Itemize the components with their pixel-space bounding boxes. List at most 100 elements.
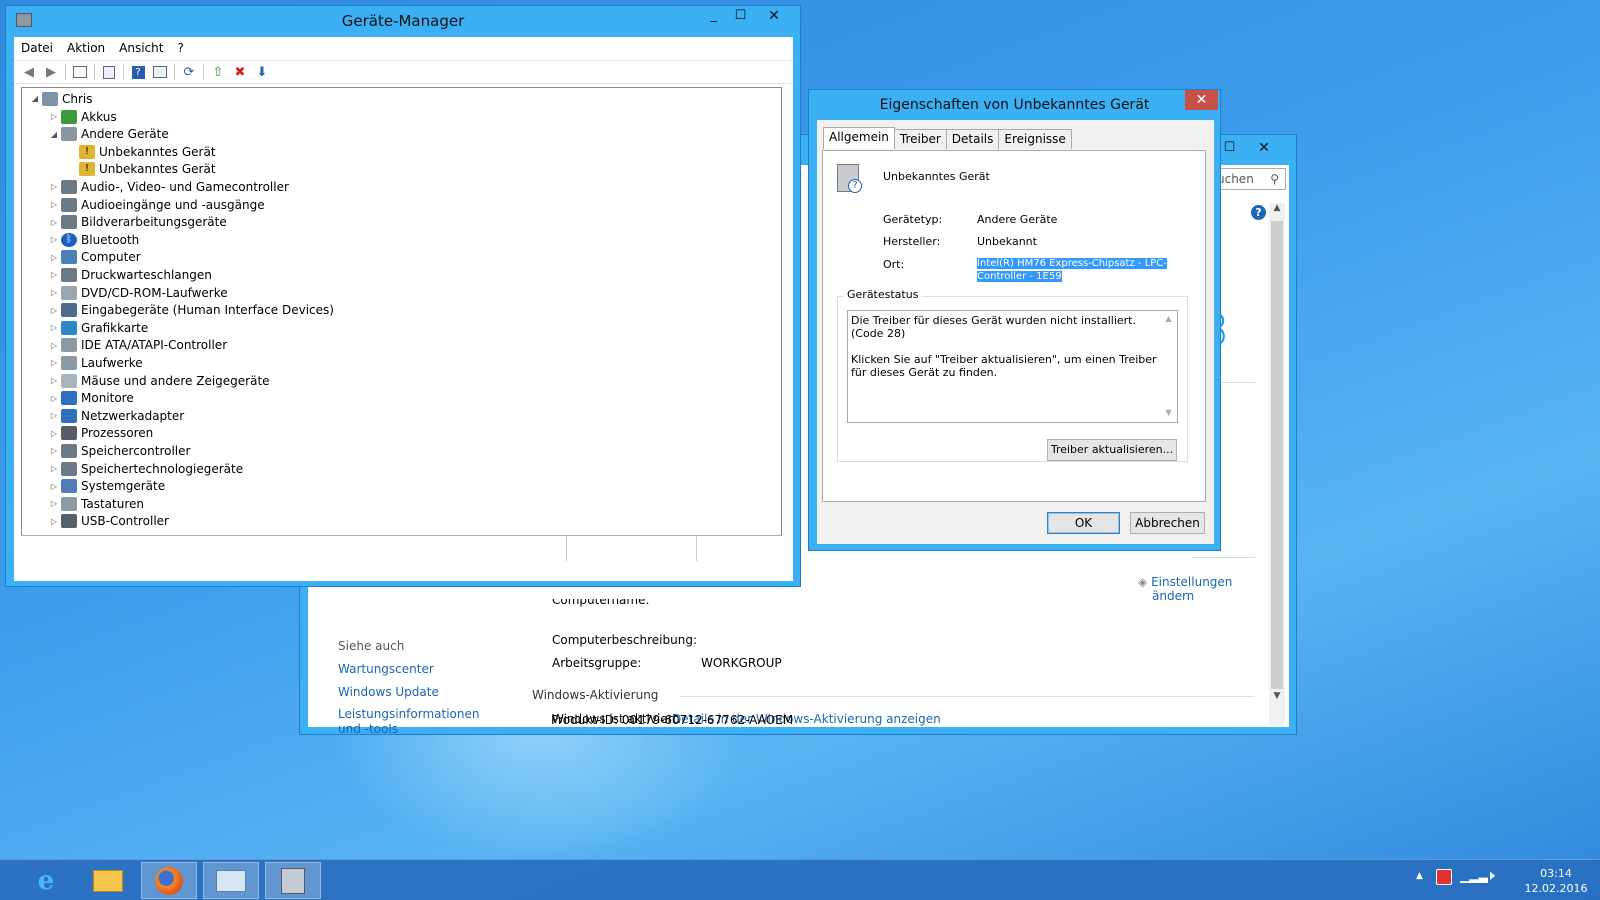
file-explorer-icon[interactable] xyxy=(80,862,136,899)
tree-device-item[interactable]: ! Unbekanntes Gerät xyxy=(65,161,216,178)
scroll-down-icon[interactable]: ▼ xyxy=(1269,691,1285,707)
maximize-button[interactable]: ☐ xyxy=(727,6,754,26)
field-value-ort[interactable]: Intel(R) HM76 Express-Chipsatz - LPC-Con… xyxy=(977,257,1177,283)
expand-arrow-icon[interactable]: ▷ xyxy=(47,200,61,209)
tree-category-item[interactable]: ◢ Andere Geräte xyxy=(47,126,169,143)
menu-aktion[interactable]: Aktion xyxy=(60,41,112,55)
back-icon[interactable]: ◀ xyxy=(18,62,40,82)
tree-category-item[interactable]: ▷ Systemgeräte xyxy=(47,478,165,495)
tree-category-item[interactable]: ▷ Eingabegeräte (Human Interface Devices) xyxy=(47,302,334,319)
tree-category-item[interactable]: ▷ Akkus xyxy=(47,108,117,125)
scroll-down-icon[interactable]: ▼ xyxy=(1161,406,1176,419)
link-wartungscenter[interactable]: Wartungscenter xyxy=(338,662,434,676)
expand-arrow-icon[interactable]: ▷ xyxy=(47,235,61,244)
help-icon[interactable]: ? xyxy=(127,62,149,82)
view-icon[interactable] xyxy=(149,62,171,82)
menu-help[interactable]: ? xyxy=(170,41,190,55)
system-control-icon[interactable] xyxy=(203,862,259,899)
device-manager-icon[interactable] xyxy=(265,862,321,899)
tree-device-item[interactable]: ! Unbekanntes Gerät xyxy=(65,143,216,160)
close-button[interactable]: ✕ xyxy=(751,6,797,26)
collapse-arrow-icon[interactable]: ◢ xyxy=(47,130,61,139)
tree-category-item[interactable]: ▷ Netzwerkadapter xyxy=(47,407,184,424)
tree-category-item[interactable]: ▷ Computer xyxy=(47,249,141,266)
expand-arrow-icon[interactable]: ▷ xyxy=(47,288,61,297)
tab-allgemein[interactable]: Allgemein xyxy=(823,127,895,149)
internet-explorer-icon[interactable]: e xyxy=(18,862,74,899)
close-button[interactable]: ✕ xyxy=(1240,138,1288,158)
expand-arrow-icon[interactable]: ▷ xyxy=(47,376,61,385)
cancel-button[interactable]: Abbrechen xyxy=(1130,512,1205,534)
tree-category-item[interactable]: ▷ Audio-, Video- und Gamecontroller xyxy=(47,178,289,195)
scroll-up-icon[interactable]: ▲ xyxy=(1161,312,1176,325)
forward-icon[interactable]: ▶ xyxy=(40,62,62,82)
close-button[interactable]: ✕ xyxy=(1185,90,1218,110)
menu-ansicht[interactable]: Ansicht xyxy=(112,41,170,55)
change-settings-link[interactable]: ◈ Einstellungen ändern xyxy=(1138,575,1232,603)
tree-root[interactable]: ◢ Chris xyxy=(28,90,93,107)
uninstall-icon[interactable]: ✖ xyxy=(229,62,251,82)
scroll-thumb[interactable] xyxy=(1271,221,1283,689)
update-driver-button[interactable]: Treiber aktualisieren... xyxy=(1047,439,1177,461)
expand-arrow-icon[interactable]: ▷ xyxy=(47,182,61,191)
expand-arrow-icon[interactable]: ▷ xyxy=(47,323,61,332)
help-icon[interactable]: ? xyxy=(1251,205,1266,220)
scroll-up-icon[interactable]: ▲ xyxy=(1269,203,1285,219)
expand-arrow-icon[interactable]: ▷ xyxy=(47,446,61,455)
tree-category-item[interactable]: ▷ Speichercontroller xyxy=(47,442,190,459)
update-driver-icon[interactable]: ⇧ xyxy=(207,62,229,82)
tree-category-item[interactable]: ▷ Laufwerke xyxy=(47,354,143,371)
expand-arrow-icon[interactable]: ▷ xyxy=(47,270,61,279)
tree-category-item[interactable]: ▷ Speichertechnologiegeräte xyxy=(47,460,243,477)
menu-datei[interactable]: Datei xyxy=(14,41,60,55)
expand-arrow-icon[interactable]: ▷ xyxy=(47,358,61,367)
minimize-button[interactable]: _ xyxy=(700,6,727,26)
firefox-icon[interactable] xyxy=(141,862,197,899)
expand-arrow-icon[interactable]: ▷ xyxy=(47,218,61,227)
tree-category-item[interactable]: ▷ ᛒ Bluetooth xyxy=(47,231,139,248)
volume-icon[interactable]: 🕨 xyxy=(1486,868,1495,884)
console-tree-icon[interactable] xyxy=(69,62,91,82)
scan-hardware-icon[interactable]: ⟳ xyxy=(178,62,200,82)
tree-category-item[interactable]: ▷ DVD/CD-ROM-Laufwerke xyxy=(47,284,228,301)
vertical-scrollbar[interactable]: ▲ ▼ xyxy=(1269,203,1285,726)
tab-ereignisse[interactable]: Ereignisse xyxy=(998,129,1072,149)
tree-category-item[interactable]: ▷ Prozessoren xyxy=(47,425,153,442)
clock[interactable]: 03:14 12.02.2016 xyxy=(1520,866,1592,896)
location-text-selected[interactable]: Intel(R) HM76 Express-Chipsatz - LPC-Con… xyxy=(977,258,1167,282)
status-scrollbar[interactable]: ▲ ▼ xyxy=(1161,312,1176,421)
titlebar[interactable]: Geräte-Manager _ ☐ ✕ xyxy=(6,6,800,36)
tree-category-item[interactable]: ▷ Druckwarteschlangen xyxy=(47,266,212,283)
power-icon[interactable] xyxy=(1436,869,1452,885)
ok-button[interactable]: OK xyxy=(1047,512,1120,534)
expand-arrow-icon[interactable]: ▷ xyxy=(47,482,61,491)
expand-arrow-icon[interactable]: ▷ xyxy=(47,394,61,403)
expand-arrow-icon[interactable]: ▷ xyxy=(47,253,61,262)
tree-category-item[interactable]: ▷ IDE ATA/ATAPI-Controller xyxy=(47,337,227,354)
expand-arrow-icon[interactable]: ▷ xyxy=(47,429,61,438)
tree-category-item[interactable]: ▷ Bildverarbeitungsgeräte xyxy=(47,214,227,231)
tree-category-item[interactable]: ▷ Grafikkarte xyxy=(47,319,148,336)
tab-details[interactable]: Details xyxy=(945,129,1000,149)
dialog-titlebar[interactable]: Eigenschaften von Unbekanntes Gerät ✕ xyxy=(809,90,1220,120)
expand-arrow-icon[interactable]: ▷ xyxy=(47,306,61,315)
tree-category-item[interactable]: ▷ Monitore xyxy=(47,390,134,407)
expand-arrow-icon[interactable]: ▷ xyxy=(47,517,61,526)
network-signal-icon[interactable]: ▁▂▃ xyxy=(1460,869,1488,883)
properties-icon[interactable] xyxy=(98,62,120,82)
expand-arrow-icon[interactable]: ▷ xyxy=(47,499,61,508)
show-hidden-icons-icon[interactable]: ▲ xyxy=(1416,871,1423,881)
collapse-arrow-icon[interactable]: ◢ xyxy=(28,94,42,103)
link-leistungsinformationen[interactable]: Leistungsinformationen und -tools xyxy=(338,707,498,737)
tree-category-item[interactable]: ▷ Mäuse und andere Zeigegeräte xyxy=(47,372,270,389)
expand-arrow-icon[interactable]: ▷ xyxy=(47,411,61,420)
expand-arrow-icon[interactable]: ▷ xyxy=(47,464,61,473)
expand-arrow-icon[interactable]: ▷ xyxy=(47,341,61,350)
status-textarea[interactable]: Die Treiber für dieses Gerät wurden nich… xyxy=(847,310,1178,423)
expand-arrow-icon[interactable]: ▷ xyxy=(47,112,61,121)
link-windows-update[interactable]: Windows Update xyxy=(338,685,439,699)
tree-category-item[interactable]: ▷ Audioeingänge und -ausgänge xyxy=(47,196,265,213)
tab-treiber[interactable]: Treiber xyxy=(893,129,947,149)
tree-category-item[interactable]: ▷ Tastaturen xyxy=(47,495,144,512)
enable-device-icon[interactable]: ⬇ xyxy=(251,62,273,82)
